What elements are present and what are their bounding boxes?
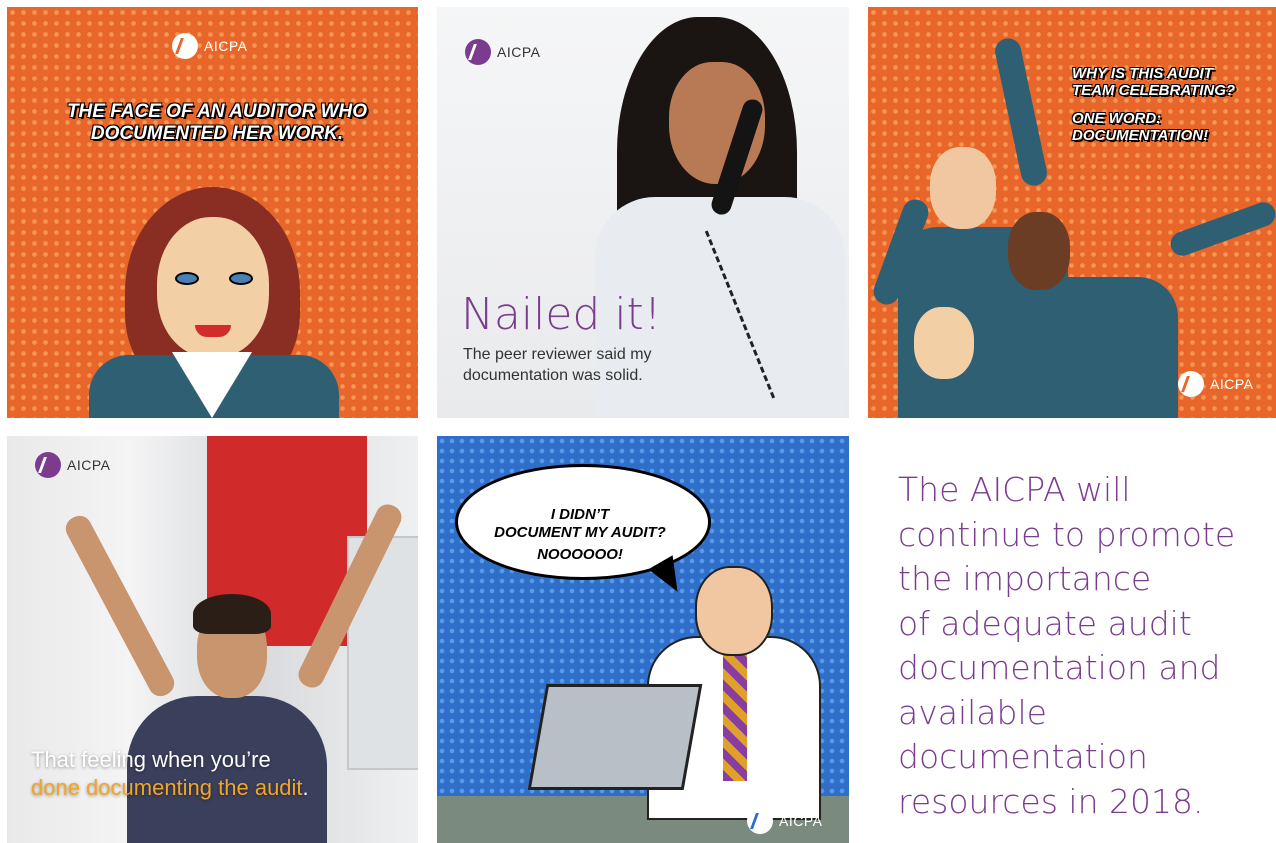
tile-nailed-it: AICPA Nailed it! The peer reviewer said … xyxy=(437,7,849,418)
aicpa-logo-icon xyxy=(465,39,491,65)
aicpa-logo: AICPA xyxy=(172,33,247,59)
tile-done-documenting: AICPA That feeling when you’re done docu… xyxy=(7,436,418,843)
aicpa-logo-icon xyxy=(747,808,773,834)
aicpa-logo: AICPA xyxy=(465,39,540,65)
closing-statement: The AICPA will continue to promote the i… xyxy=(898,470,1236,821)
aicpa-logo-icon xyxy=(172,33,198,59)
aicpa-logo-icon xyxy=(1178,371,1204,397)
tile-team-celebrating: WHY IS THIS AUDIT TEAM CELEBRATING? ONE … xyxy=(868,7,1276,418)
aicpa-logo: AICPA xyxy=(747,808,822,834)
aicpa-logo: AICPA xyxy=(1178,371,1253,397)
aicpa-logo-icon xyxy=(35,452,61,478)
tile-caption: WHY IS THIS AUDIT TEAM CELEBRATING? ONE … xyxy=(1072,65,1236,144)
tile-caption: THE FACE OF AN AUDITOR WHO DOCUMENTED HE… xyxy=(66,101,368,144)
bubble-text: I DIDN’T DOCUMENT MY AUDIT? NOOOOOO! xyxy=(494,506,666,563)
tile-caption: The peer reviewer said my documentation … xyxy=(463,346,652,384)
tile-didnt-document: I DIDN’T DOCUMENT MY AUDIT? NOOOOOO! AIC… xyxy=(437,436,849,843)
tile-headline: Nailed it! xyxy=(461,289,662,340)
tile-caption: That feeling when you’re done documentin… xyxy=(31,747,309,800)
laptop-icon xyxy=(527,684,703,790)
tile-auditor-documented: AICPA THE FACE OF AN AUDITOR WHO DOCUMEN… xyxy=(7,7,418,418)
aicpa-logo: AICPA xyxy=(35,452,110,478)
